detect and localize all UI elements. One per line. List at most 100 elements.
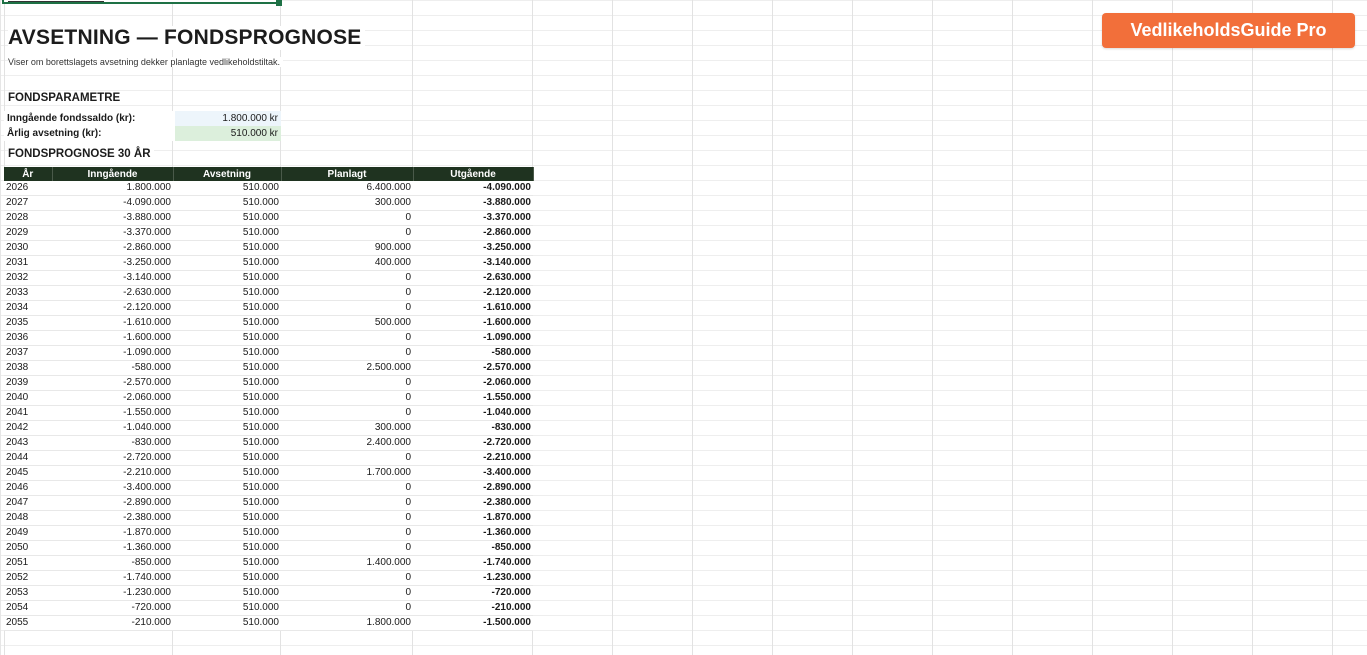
year-cell[interactable]: 2031 (4, 255, 52, 271)
planned-cell[interactable]: 0 (281, 570, 413, 586)
opening-cell[interactable]: -210.000 (52, 615, 173, 631)
planned-cell[interactable]: 0 (281, 270, 413, 286)
year-cell[interactable]: 2034 (4, 300, 52, 316)
planned-cell[interactable]: 2.500.000 (281, 360, 413, 376)
planned-cell[interactable]: 500.000 (281, 315, 413, 331)
year-cell[interactable]: 2047 (4, 495, 52, 511)
planned-cell[interactable]: 400.000 (281, 255, 413, 271)
allocation-cell[interactable]: 510.000 (173, 390, 281, 406)
closing-cell[interactable]: -1.360.000 (413, 525, 533, 541)
allocation-cell[interactable]: 510.000 (173, 195, 281, 211)
planned-cell[interactable]: 6.400.000 (281, 181, 413, 196)
col-header-closing[interactable]: Utgående (413, 167, 534, 181)
year-cell[interactable]: 2037 (4, 345, 52, 361)
closing-cell[interactable]: -3.140.000 (413, 255, 533, 271)
opening-cell[interactable]: -1.040.000 (52, 420, 173, 436)
opening-cell[interactable]: -1.360.000 (52, 540, 173, 556)
opening-cell[interactable]: -3.140.000 (52, 270, 173, 286)
allocation-cell[interactable]: 510.000 (173, 300, 281, 316)
opening-cell[interactable]: -720.000 (52, 600, 173, 616)
year-cell[interactable]: 2050 (4, 540, 52, 556)
opening-cell[interactable]: -2.120.000 (52, 300, 173, 316)
planned-cell[interactable]: 0 (281, 390, 413, 406)
planned-cell[interactable]: 0 (281, 345, 413, 361)
opening-cell[interactable]: -2.890.000 (52, 495, 173, 511)
allocation-cell[interactable]: 510.000 (173, 345, 281, 361)
allocation-cell[interactable]: 510.000 (173, 510, 281, 526)
closing-cell[interactable]: -2.210.000 (413, 450, 533, 466)
year-cell[interactable]: 2053 (4, 585, 52, 601)
year-cell[interactable]: 2052 (4, 570, 52, 586)
closing-cell[interactable]: -2.570.000 (413, 360, 533, 376)
planned-cell[interactable]: 0 (281, 225, 413, 241)
opening-cell[interactable]: -2.630.000 (52, 285, 173, 301)
year-cell[interactable]: 2035 (4, 315, 52, 331)
fill-handle[interactable] (276, 0, 282, 6)
year-cell[interactable]: 2039 (4, 375, 52, 391)
allocation-cell[interactable]: 510.000 (173, 375, 281, 391)
opening-cell[interactable]: -580.000 (52, 360, 173, 376)
col-header-opening[interactable]: Inngående (52, 167, 174, 181)
closing-cell[interactable]: -1.230.000 (413, 570, 533, 586)
year-cell[interactable]: 2044 (4, 450, 52, 466)
closing-cell[interactable]: -2.380.000 (413, 495, 533, 511)
allocation-cell[interactable]: 510.000 (173, 225, 281, 241)
closing-cell[interactable]: -1.090.000 (413, 330, 533, 346)
closing-cell[interactable]: -850.000 (413, 540, 533, 556)
planned-cell[interactable]: 1.700.000 (281, 465, 413, 481)
closing-cell[interactable]: -580.000 (413, 345, 533, 361)
year-cell[interactable]: 2027 (4, 195, 52, 211)
opening-cell[interactable]: -1.870.000 (52, 525, 173, 541)
closing-cell[interactable]: -3.250.000 (413, 240, 533, 256)
opening-cell[interactable]: -1.740.000 (52, 570, 173, 586)
year-cell[interactable]: 2042 (4, 420, 52, 436)
year-cell[interactable]: 2030 (4, 240, 52, 256)
planned-cell[interactable]: 0 (281, 375, 413, 391)
closing-cell[interactable]: -1.610.000 (413, 300, 533, 316)
closing-cell[interactable]: -1.040.000 (413, 405, 533, 421)
allocation-cell[interactable]: 510.000 (173, 210, 281, 226)
allocation-cell[interactable]: 510.000 (173, 181, 281, 196)
year-cell[interactable]: 2041 (4, 405, 52, 421)
planned-cell[interactable]: 0 (281, 525, 413, 541)
year-cell[interactable]: 2040 (4, 390, 52, 406)
planned-cell[interactable]: 0 (281, 330, 413, 346)
allocation-cell[interactable]: 510.000 (173, 405, 281, 421)
closing-cell[interactable]: -2.630.000 (413, 270, 533, 286)
allocation-cell[interactable]: 510.000 (173, 360, 281, 376)
allocation-cell[interactable]: 510.000 (173, 570, 281, 586)
allocation-cell[interactable]: 510.000 (173, 255, 281, 271)
allocation-cell[interactable]: 510.000 (173, 420, 281, 436)
year-cell[interactable]: 2049 (4, 525, 52, 541)
opening-cell[interactable]: -1.600.000 (52, 330, 173, 346)
allocation-cell[interactable]: 510.000 (173, 435, 281, 451)
closing-cell[interactable]: -210.000 (413, 600, 533, 616)
allocation-cell[interactable]: 510.000 (173, 270, 281, 286)
planned-cell[interactable]: 0 (281, 300, 413, 316)
opening-cell[interactable]: -1.230.000 (52, 585, 173, 601)
planned-cell[interactable]: 300.000 (281, 420, 413, 436)
planned-cell[interactable]: 0 (281, 210, 413, 226)
allocation-cell[interactable]: 510.000 (173, 555, 281, 571)
col-header-planned[interactable]: Planlagt (281, 167, 414, 181)
planned-cell[interactable]: 0 (281, 450, 413, 466)
planned-cell[interactable]: 0 (281, 600, 413, 616)
allocation-cell[interactable]: 510.000 (173, 315, 281, 331)
year-cell[interactable]: 2038 (4, 360, 52, 376)
allocation-cell[interactable]: 510.000 (173, 285, 281, 301)
year-cell[interactable]: 2055 (4, 615, 52, 631)
allocation-cell[interactable]: 510.000 (173, 480, 281, 496)
planned-cell[interactable]: 0 (281, 405, 413, 421)
planned-cell[interactable]: 300.000 (281, 195, 413, 211)
opening-cell[interactable]: -3.370.000 (52, 225, 173, 241)
allocation-cell[interactable]: 510.000 (173, 495, 281, 511)
opening-cell[interactable]: -1.090.000 (52, 345, 173, 361)
brand-button[interactable]: VedlikeholdsGuide Pro (1102, 13, 1355, 48)
opening-cell[interactable]: -3.250.000 (52, 255, 173, 271)
year-cell[interactable]: 2045 (4, 465, 52, 481)
closing-cell[interactable]: -2.890.000 (413, 480, 533, 496)
opening-cell[interactable]: -2.720.000 (52, 450, 173, 466)
allocation-cell[interactable]: 510.000 (173, 465, 281, 481)
allocation-cell[interactable]: 510.000 (173, 615, 281, 631)
year-cell[interactable]: 2051 (4, 555, 52, 571)
